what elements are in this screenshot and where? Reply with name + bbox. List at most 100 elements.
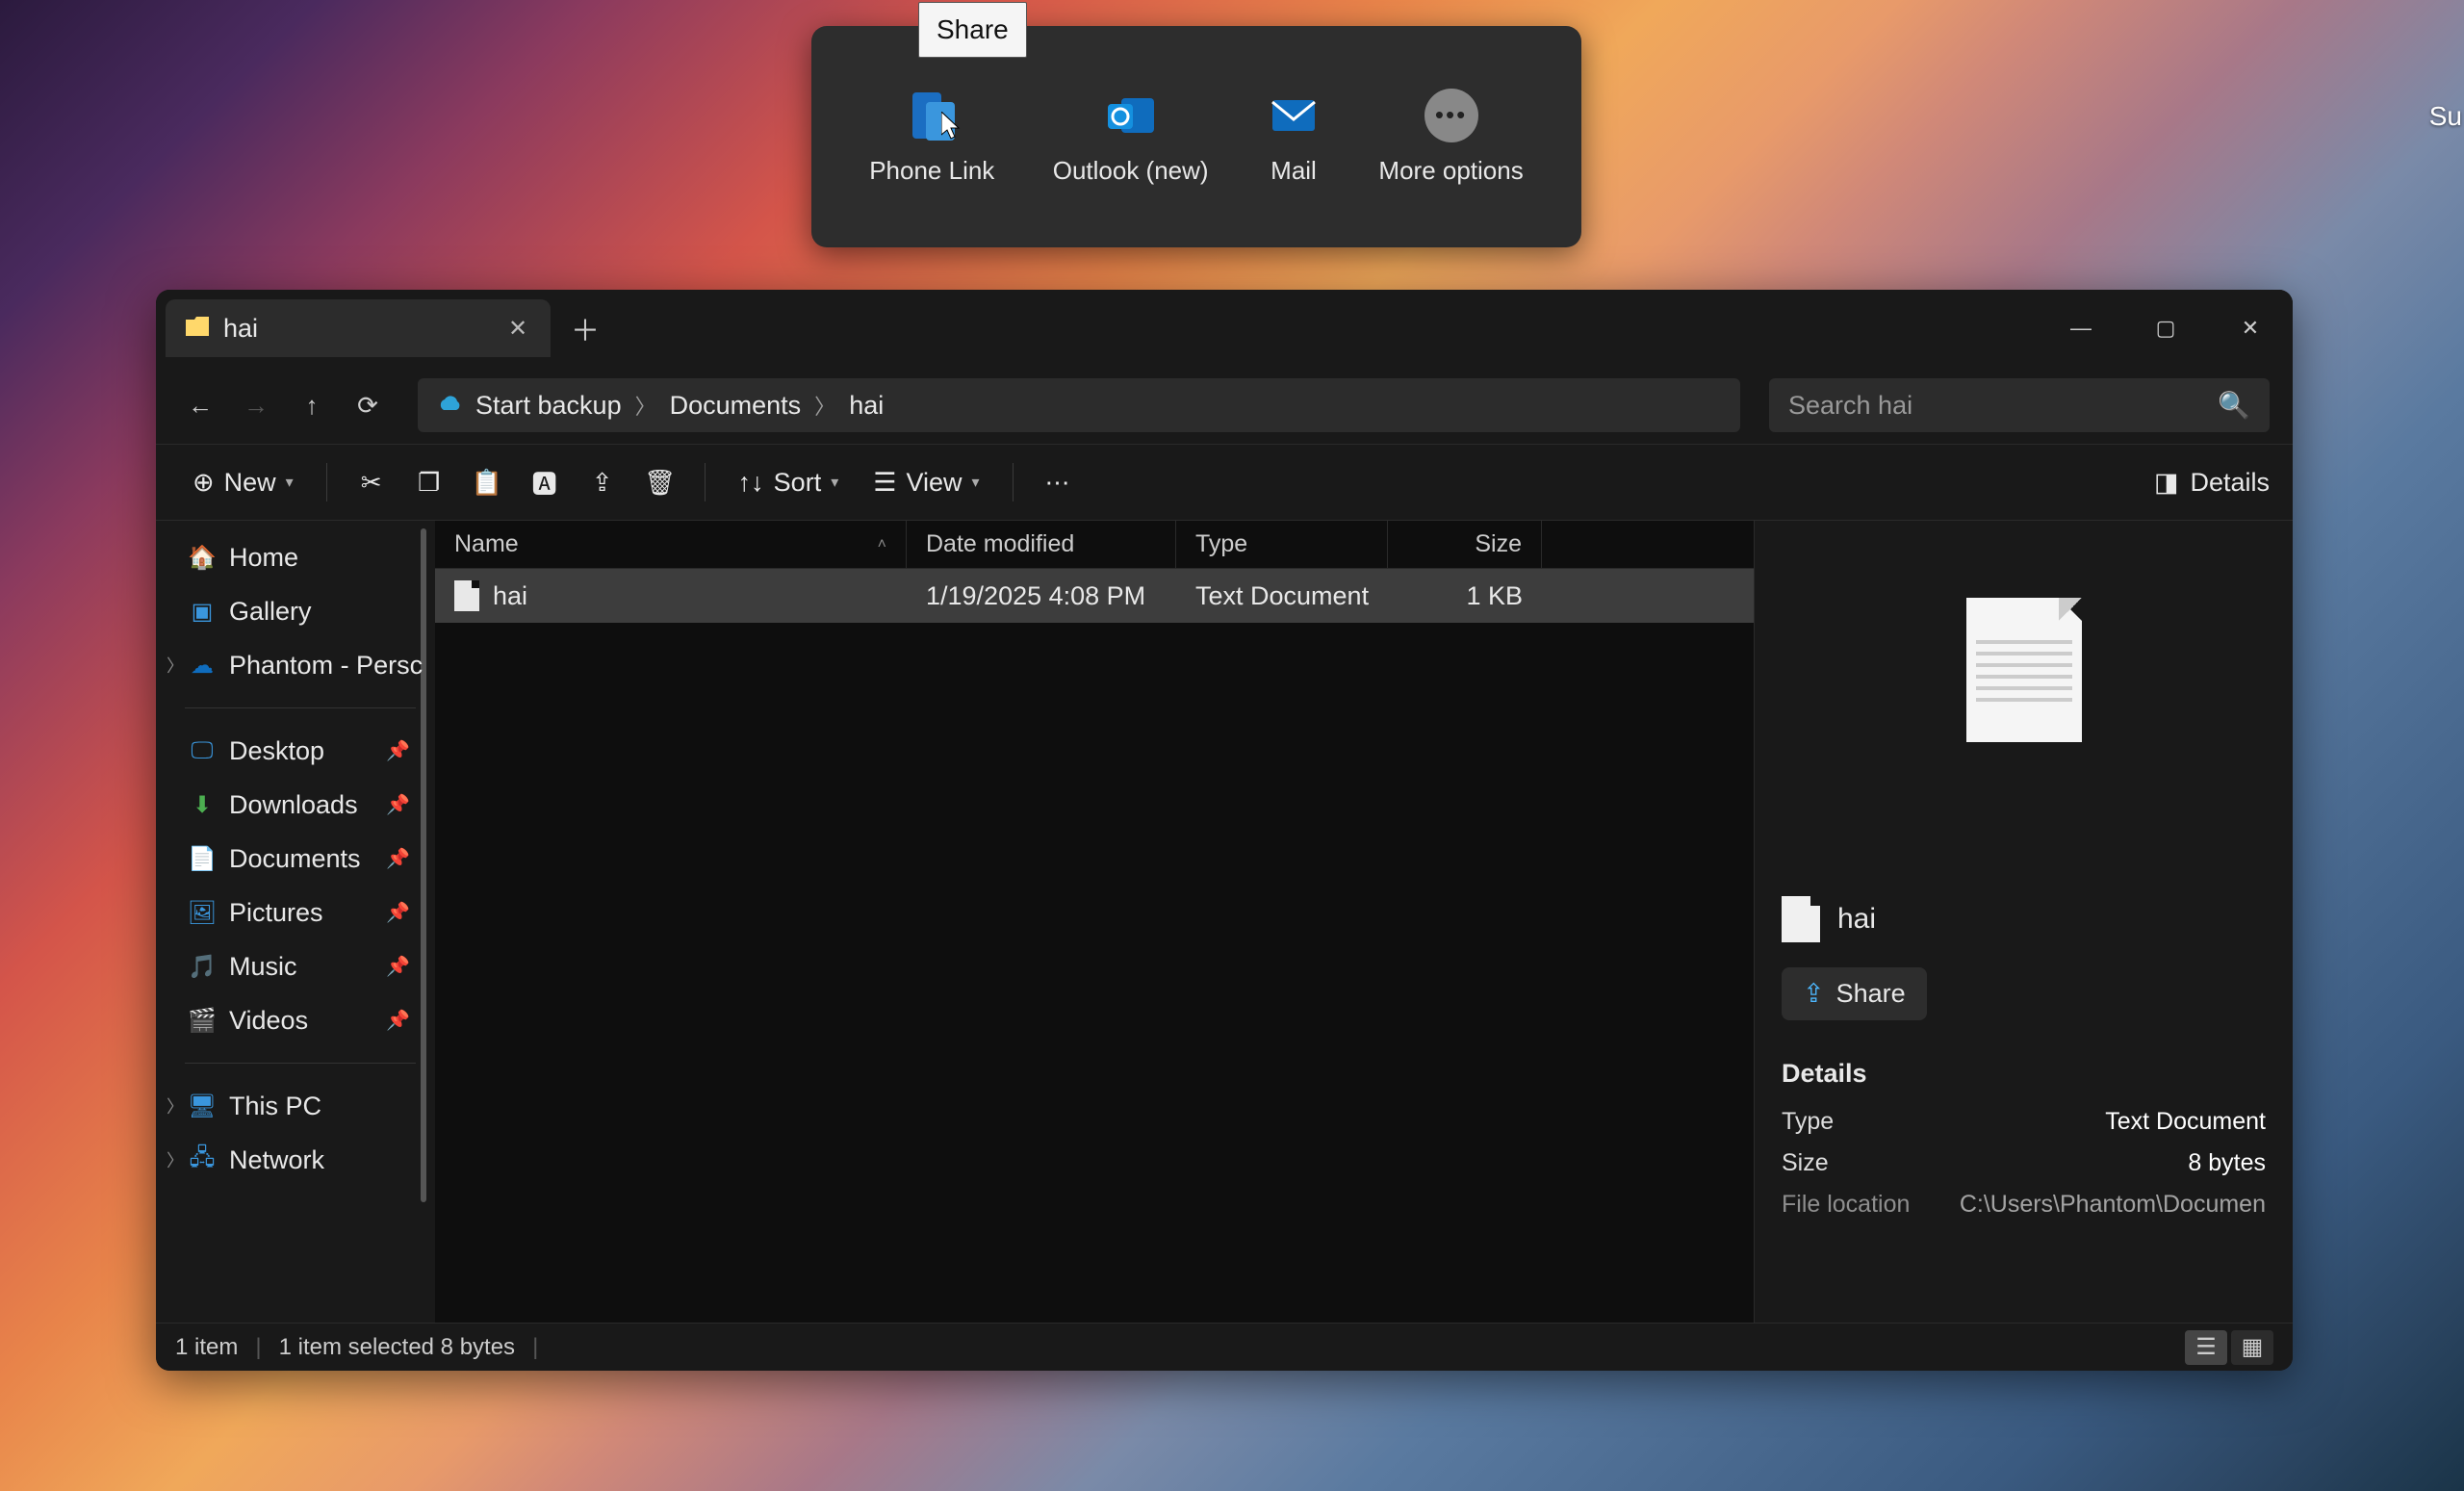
share-option-mail[interactable]: Mail (1267, 89, 1321, 186)
details-title-row: hai (1782, 896, 2266, 942)
chevron-right-icon: 〉 (814, 390, 835, 421)
sidebar-item-home[interactable]: 🏠 Home (166, 530, 435, 584)
close-button[interactable]: ✕ (2208, 290, 2293, 367)
sort-ascending-icon: ˄ (878, 536, 886, 553)
status-item-count: 1 item (175, 1334, 238, 1361)
more-button[interactable]: ⋯ (1033, 457, 1083, 507)
sidebar-divider (185, 707, 416, 708)
document-thumb-icon (1966, 598, 2082, 742)
pin-icon: 📌 (386, 739, 410, 763)
file-list: Name ˄ Date modified Type Size hai 1/19/… (435, 521, 1754, 1323)
sidebar-item-desktop[interactable]: 🖵 Desktop 📌 (166, 724, 435, 778)
sidebar-item-downloads[interactable]: ⬇ Downloads 📌 (166, 778, 435, 832)
crumb-start-backup[interactable]: Start backup (475, 391, 622, 421)
sidebar-item-network[interactable]: 〉 🖧 Network (166, 1133, 435, 1187)
up-button[interactable]: ↑ (291, 384, 333, 426)
share-option-more[interactable]: ••• More options (1378, 89, 1523, 186)
details-header: Details (1782, 1059, 2266, 1089)
sidebar-item-gallery[interactable]: ▣ Gallery (166, 584, 435, 638)
share-label: Outlook (new) (1053, 156, 1209, 186)
cloud-icon (437, 391, 462, 421)
detail-key: Size (1782, 1149, 1829, 1177)
search-input[interactable]: Search hai 🔍 (1769, 378, 2270, 432)
chevron-down-icon: ▾ (831, 473, 838, 492)
forward-button[interactable]: → (235, 384, 277, 426)
cursor-icon (941, 112, 964, 142)
paste-icon: 📋 (471, 468, 501, 498)
column-label: Date modified (926, 530, 1074, 558)
file-explorer-window: hai ✕ ＋ — ▢ ✕ ← → ↑ ⟳ Start backup 〉 Doc… (156, 290, 2293, 1371)
details-pane: hai ⇪ Share Details Type Text Document S… (1754, 521, 2293, 1323)
layout-details-button[interactable]: ☰ (2185, 1330, 2227, 1365)
ellipsis-icon: ⋯ (1045, 468, 1070, 498)
tab-hai[interactable]: hai ✕ (166, 299, 551, 357)
column-name[interactable]: Name ˄ (435, 521, 907, 568)
sidebar-item-videos[interactable]: 🎬 Videos 📌 (166, 993, 435, 1047)
sidebar-label: Music (229, 952, 297, 982)
file-name-cell: hai (435, 580, 907, 611)
pin-icon: 📌 (386, 793, 410, 817)
column-size[interactable]: Size (1388, 521, 1542, 568)
pictures-icon: 🖼 (189, 899, 216, 926)
address-bar-row: ← → ↑ ⟳ Start backup 〉 Documents 〉 hai S… (156, 367, 2293, 444)
sidebar-item-this-pc[interactable]: 〉 🖥 This PC (166, 1079, 435, 1133)
sort-button[interactable]: ↑↓ Sort ▾ (725, 457, 853, 507)
thispc-icon: 🖥 (189, 1093, 216, 1119)
plus-circle-icon: ⊕ (192, 468, 215, 498)
sidebar-label: Gallery (229, 597, 312, 627)
column-label: Name (454, 530, 519, 558)
onedrive-icon: ☁ (189, 652, 216, 679)
sidebar-label: Network (229, 1145, 324, 1175)
navigation-sidebar: 🏠 Home ▣ Gallery 〉 ☁ Phantom - Persc 🖵 D… (156, 521, 435, 1323)
refresh-button[interactable]: ⟳ (346, 384, 389, 426)
chevron-down-icon: ▾ (972, 473, 980, 492)
column-type[interactable]: Type (1176, 521, 1388, 568)
chevron-right-icon: 〉 (166, 1147, 185, 1172)
document-icon (1782, 896, 1820, 942)
column-label: Type (1195, 530, 1247, 558)
window-controls: — ▢ ✕ (2039, 290, 2293, 367)
layout-icons-button[interactable]: ▦ (2231, 1330, 2273, 1365)
minimize-button[interactable]: — (2039, 290, 2123, 367)
new-button[interactable]: ⊕ New ▾ (179, 457, 307, 507)
share-option-phone-link[interactable]: Phone Link (869, 89, 994, 186)
videos-icon: 🎬 (189, 1007, 216, 1034)
tab-close-button[interactable]: ✕ (504, 315, 531, 342)
new-label: New (224, 468, 276, 498)
file-preview (1782, 598, 2266, 742)
home-icon: 🏠 (189, 544, 216, 571)
share-option-outlook[interactable]: Outlook (new) (1053, 89, 1209, 186)
chevron-down-icon: ▾ (286, 473, 294, 492)
delete-button[interactable]: 🗑 (635, 457, 685, 507)
cut-icon: ✂ (361, 468, 382, 498)
back-button[interactable]: ← (179, 384, 221, 426)
file-row[interactable]: hai 1/19/2025 4:08 PM Text Document 1 KB (435, 569, 1754, 623)
sidebar-divider (185, 1063, 416, 1064)
downloads-icon: ⬇ (189, 791, 216, 818)
sidebar-item-onedrive[interactable]: 〉 ☁ Phantom - Persc (166, 638, 435, 692)
column-date[interactable]: Date modified (907, 521, 1176, 568)
sort-label: Sort (774, 468, 822, 498)
rename-button[interactable]: 🅰 (520, 457, 570, 507)
crumb-hai[interactable]: hai (849, 391, 884, 421)
details-pane-toggle[interactable]: ◨ Details (2154, 468, 2270, 498)
details-title: hai (1837, 903, 1876, 936)
sidebar-item-music[interactable]: 🎵 Music 📌 (166, 939, 435, 993)
details-share-button[interactable]: ⇪ Share (1782, 967, 1927, 1020)
detail-key: Type (1782, 1108, 1834, 1136)
maximize-button[interactable]: ▢ (2123, 290, 2208, 367)
crumb-documents[interactable]: Documents (670, 391, 802, 421)
cut-button[interactable]: ✂ (346, 457, 397, 507)
view-button[interactable]: ☰ View ▾ (860, 457, 992, 507)
paste-button[interactable]: 📋 (462, 457, 512, 507)
detail-key: File location (1782, 1191, 1910, 1219)
new-tab-button[interactable]: ＋ (564, 307, 606, 349)
share-button[interactable]: ⇪ (578, 457, 628, 507)
sidebar-item-documents[interactable]: 📄 Documents 📌 (166, 832, 435, 886)
sidebar-label: Desktop (229, 736, 324, 766)
sidebar-item-pictures[interactable]: 🖼 Pictures 📌 (166, 886, 435, 939)
search-icon: 🔍 (2218, 390, 2250, 421)
breadcrumb[interactable]: Start backup 〉 Documents 〉 hai (418, 378, 1740, 432)
share-icon: ⇪ (1803, 979, 1825, 1009)
copy-button[interactable]: ❐ (404, 457, 454, 507)
